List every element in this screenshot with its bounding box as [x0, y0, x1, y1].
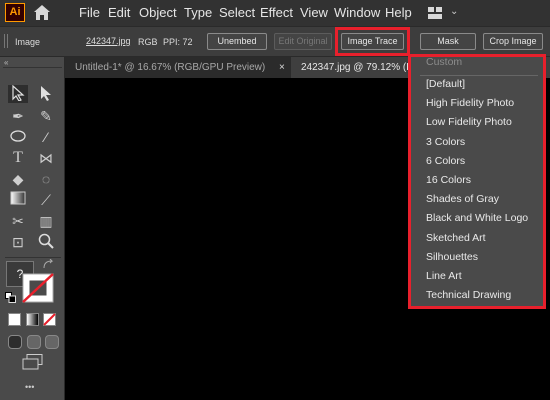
tab-untitled-1[interactable]: Untitled-1* @ 16.67% (RGB/GPU Preview) × [65, 57, 291, 78]
panel-divider [5, 257, 61, 258]
menu-help[interactable]: Help [385, 5, 412, 20]
preset-item-shades-of-gray[interactable]: Shades of Gray [426, 193, 499, 205]
default-colors-icon[interactable] [5, 292, 16, 303]
eyedropper-tool-icon[interactable]: ⟋ [36, 191, 56, 209]
pen-tool-icon[interactable]: ✒ [8, 107, 28, 125]
preset-item-16-colors[interactable]: 16 Colors [426, 174, 471, 186]
zoom-tool-icon[interactable] [36, 233, 56, 251]
gradient-mode-icon[interactable] [26, 313, 39, 326]
preset-item-technical-drawing[interactable]: Technical Drawing [426, 289, 511, 301]
tab-label: 242347.jpg @ 79.12% (RG [301, 62, 422, 73]
tab-label: Untitled-1* @ 16.67% (RGB/GPU Preview) [75, 62, 266, 73]
reflect-tool-icon[interactable]: ⋈ [36, 149, 56, 167]
menu-effect[interactable]: Effect [260, 5, 293, 20]
menu-window[interactable]: Window [334, 5, 380, 20]
app-logo: Ai [5, 3, 25, 22]
paintbrush-tool-icon[interactable]: ⁄ [36, 128, 56, 146]
swap-fill-stroke-icon[interactable] [43, 259, 55, 269]
linked-filename[interactable]: 242347.jpg [86, 36, 131, 46]
object-type-label: Image [15, 37, 41, 47]
color-mode-icon[interactable] [8, 313, 21, 326]
more-tools-icon[interactable]: ••• [25, 382, 34, 392]
preset-item-3-colors[interactable]: 3 Colors [426, 136, 465, 148]
close-icon[interactable]: × [279, 57, 285, 78]
ppi-readout: PPI: 72 [163, 37, 193, 47]
graph-tool-icon[interactable]: ▥ [36, 212, 56, 230]
selection-tool-icon[interactable] [8, 84, 28, 103]
preset-item-line-art[interactable]: Line Art [426, 270, 462, 282]
edit-original-button: Edit Original [274, 33, 332, 50]
stroke-swatch[interactable] [22, 273, 54, 303]
artboard-tool-icon[interactable]: ⊡ [8, 233, 28, 251]
direct-selection-tool-icon[interactable] [36, 85, 56, 103]
preset-item-black-and-white-logo[interactable]: Black and White Logo [426, 212, 528, 224]
shape-builder-tool-icon[interactable]: ✂ [8, 212, 28, 230]
preset-item-sketched-art[interactable]: Sketched Art [426, 232, 486, 244]
crop-image-button[interactable]: Crop Image [483, 33, 543, 50]
preset-item-custom: Custom [426, 56, 463, 68]
none-mode-icon[interactable] [43, 313, 56, 326]
menu-type[interactable]: Type [184, 5, 212, 20]
color-mode: RGB [138, 37, 158, 47]
menu-file[interactable]: File [79, 5, 100, 20]
menu-divider [420, 75, 538, 76]
preset-item-silhouettes[interactable]: Silhouettes [426, 251, 478, 263]
screen-mode-icon[interactable] [22, 354, 44, 370]
preset-item-low-fidelity-photo[interactable]: Low Fidelity Photo [426, 116, 512, 128]
curvature-tool-icon[interactable]: ✎ [36, 107, 56, 125]
type-tool-icon[interactable]: T [8, 149, 28, 167]
mask-button[interactable]: Mask [420, 33, 476, 50]
draw-behind-icon[interactable] [27, 335, 41, 349]
chevron-down-icon[interactable]: ⌄ [450, 6, 458, 17]
draw-inside-icon[interactable] [45, 335, 59, 349]
collapse-panel-icon[interactable]: « [4, 58, 8, 67]
preset-item-default[interactable]: [Default] [426, 78, 465, 90]
unembed-button[interactable]: Unembed [207, 33, 267, 50]
draw-normal-icon[interactable] [8, 335, 22, 349]
ellipse-tool-icon[interactable] [8, 128, 28, 146]
menu-select[interactable]: Select [219, 5, 255, 20]
workspace-switcher-icon[interactable] [428, 7, 442, 19]
preset-item-high-fidelity-photo[interactable]: High Fidelity Photo [426, 97, 514, 109]
menu-object[interactable]: Object [139, 5, 177, 20]
panel-divider [3, 67, 62, 68]
home-icon[interactable] [33, 4, 51, 21]
preset-item-6-colors[interactable]: 6 Colors [426, 155, 465, 167]
gradient-tool-icon[interactable] [8, 191, 28, 209]
eraser-tool-icon[interactable]: ◆ [8, 170, 28, 188]
grip-icon[interactable] [4, 34, 8, 48]
menu-view[interactable]: View [300, 5, 328, 20]
image-trace-button[interactable]: Image Trace [341, 33, 404, 50]
lasso-tool-icon[interactable]: ◌ [36, 170, 56, 188]
menu-edit[interactable]: Edit [108, 5, 130, 20]
